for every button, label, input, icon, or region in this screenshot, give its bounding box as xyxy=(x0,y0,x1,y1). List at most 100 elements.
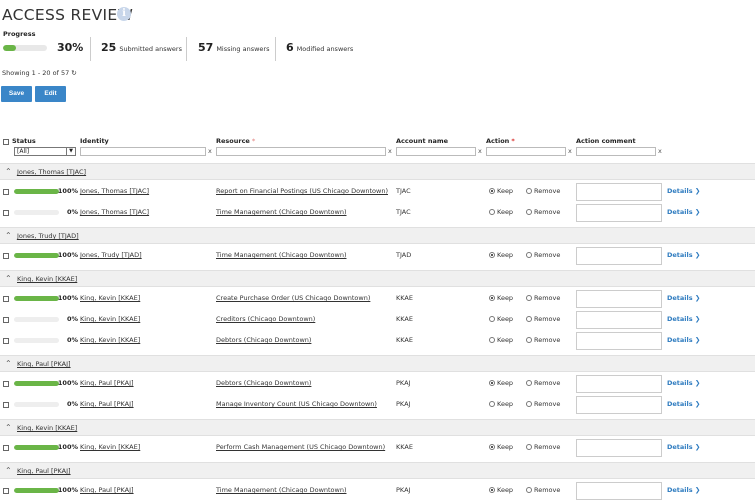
keep-radio[interactable] xyxy=(489,209,495,215)
keep-radio[interactable] xyxy=(489,337,495,343)
resource-link[interactable]: Debtors (Chicago Downtown) xyxy=(216,379,311,387)
keep-label[interactable]: Keep xyxy=(497,443,513,451)
details-link[interactable]: Details ❯ xyxy=(667,251,700,259)
action-comment-input[interactable] xyxy=(576,311,662,329)
identity-link[interactable]: Jones, Thomas [TJAC] xyxy=(80,187,149,195)
column-header-comment[interactable]: Action comment xyxy=(576,137,636,145)
resource-link[interactable]: Debtors (Chicago Downtown) xyxy=(216,336,311,344)
resource-link[interactable]: Time Management (Chicago Downtown) xyxy=(216,486,347,494)
group-header[interactable]: ⌃ King, Paul [PKAJ] xyxy=(0,462,755,479)
resource-link[interactable]: Report on Financial Postings (US Chicago… xyxy=(216,187,388,195)
remove-radio[interactable] xyxy=(526,337,532,343)
keep-radio[interactable] xyxy=(489,401,495,407)
account-filter-input[interactable] xyxy=(396,147,476,156)
keep-radio[interactable] xyxy=(489,380,495,386)
action-comment-input[interactable] xyxy=(576,396,662,414)
row-checkbox[interactable] xyxy=(3,253,9,259)
remove-label[interactable]: Remove xyxy=(534,315,560,323)
identity-link[interactable]: Jones, Trudy [TJAD] xyxy=(80,251,142,259)
remove-radio[interactable] xyxy=(526,401,532,407)
identity-link[interactable]: King, Kevin [KKAE] xyxy=(80,443,140,451)
resource-link[interactable]: Manage Inventory Count (US Chicago Downt… xyxy=(216,400,377,408)
action-comment-input[interactable] xyxy=(576,290,662,308)
row-checkbox[interactable] xyxy=(3,210,9,216)
action-comment-input[interactable] xyxy=(576,439,662,457)
info-icon[interactable]: i xyxy=(117,7,131,21)
chevron-up-icon[interactable]: ⌃ xyxy=(5,167,12,176)
remove-radio[interactable] xyxy=(526,380,532,386)
group-header[interactable]: ⌃ King, Kevin [KKAE] xyxy=(0,419,755,436)
keep-label[interactable]: Keep xyxy=(497,251,513,259)
row-checkbox[interactable] xyxy=(3,488,9,494)
keep-radio[interactable] xyxy=(489,188,495,194)
remove-radio[interactable] xyxy=(526,252,532,258)
row-checkbox[interactable] xyxy=(3,317,9,323)
group-header[interactable]: ⌃ King, Kevin [KKAE] xyxy=(0,270,755,287)
keep-radio[interactable] xyxy=(489,252,495,258)
edit-button[interactable]: Edit xyxy=(35,86,66,102)
chevron-up-icon[interactable]: ⌃ xyxy=(5,466,12,475)
group-header[interactable]: ⌃ Jones, Thomas [TJAC] xyxy=(0,163,755,180)
chevron-up-icon[interactable]: ⌃ xyxy=(5,274,12,283)
keep-label[interactable]: Keep xyxy=(497,486,513,494)
remove-radio[interactable] xyxy=(526,295,532,301)
refresh-icon[interactable]: ↻ xyxy=(71,69,76,77)
action-comment-input[interactable] xyxy=(576,482,662,500)
select-all-checkbox[interactable] xyxy=(3,139,9,145)
column-header-action[interactable]: Action * xyxy=(486,137,515,145)
identity-link[interactable]: King, Paul [PKAJ] xyxy=(80,400,134,408)
keep-label[interactable]: Keep xyxy=(497,208,513,216)
remove-radio[interactable] xyxy=(526,487,532,493)
chevron-up-icon[interactable]: ⌃ xyxy=(5,231,12,240)
row-checkbox[interactable] xyxy=(3,402,9,408)
resource-link[interactable]: Time Management (Chicago Downtown) xyxy=(216,251,347,259)
resource-filter-input[interactable] xyxy=(216,147,386,156)
remove-label[interactable]: Remove xyxy=(534,208,560,216)
group-label[interactable]: Jones, Trudy [TJAD] xyxy=(17,232,79,240)
group-label[interactable]: King, Paul [PKAJ] xyxy=(17,360,71,368)
identity-link[interactable]: King, Kevin [KKAE] xyxy=(80,336,140,344)
identity-link[interactable]: King, Paul [PKAJ] xyxy=(80,379,134,387)
remove-label[interactable]: Remove xyxy=(534,294,560,302)
column-header-status[interactable]: Status xyxy=(12,137,36,145)
group-label[interactable]: King, Kevin [KKAE] xyxy=(17,275,77,283)
remove-label[interactable]: Remove xyxy=(534,379,560,387)
action-comment-input[interactable] xyxy=(576,375,662,393)
action-filter-input[interactable] xyxy=(486,147,566,156)
identity-filter-input[interactable] xyxy=(80,147,206,156)
column-header-identity[interactable]: Identity xyxy=(80,137,109,145)
details-link[interactable]: Details ❯ xyxy=(667,187,700,195)
identity-link[interactable]: King, Kevin [KKAE] xyxy=(80,315,140,323)
remove-label[interactable]: Remove xyxy=(534,187,560,195)
row-checkbox[interactable] xyxy=(3,381,9,387)
details-link[interactable]: Details ❯ xyxy=(667,486,700,494)
identity-filter-clear[interactable]: x xyxy=(208,147,212,155)
details-link[interactable]: Details ❯ xyxy=(667,336,700,344)
group-header[interactable]: ⌃ Jones, Trudy [TJAD] xyxy=(0,227,755,244)
details-link[interactable]: Details ❯ xyxy=(667,400,700,408)
resource-link[interactable]: Creditors (Chicago Downtown) xyxy=(216,315,315,323)
chevron-up-icon[interactable]: ⌃ xyxy=(5,359,12,368)
action-comment-input[interactable] xyxy=(576,247,662,265)
column-header-resource[interactable]: Resource * xyxy=(216,137,255,145)
remove-radio[interactable] xyxy=(526,209,532,215)
group-label[interactable]: Jones, Thomas [TJAC] xyxy=(17,168,86,176)
group-label[interactable]: King, Kevin [KKAE] xyxy=(17,424,77,432)
keep-label[interactable]: Keep xyxy=(497,336,513,344)
resource-link[interactable]: Time Management (Chicago Downtown) xyxy=(216,208,347,216)
resource-link[interactable]: Perform Cash Management (US Chicago Down… xyxy=(216,443,385,451)
remove-radio[interactable] xyxy=(526,444,532,450)
details-link[interactable]: Details ❯ xyxy=(667,315,700,323)
row-checkbox[interactable] xyxy=(3,445,9,451)
keep-label[interactable]: Keep xyxy=(497,400,513,408)
comment-filter-clear[interactable]: x xyxy=(658,147,662,155)
status-filter-select[interactable]: [All] ▼ xyxy=(14,147,76,156)
resource-filter-clear[interactable]: x xyxy=(388,147,392,155)
chevron-up-icon[interactable]: ⌃ xyxy=(5,423,12,432)
row-checkbox[interactable] xyxy=(3,338,9,344)
remove-label[interactable]: Remove xyxy=(534,336,560,344)
identity-link[interactable]: King, Paul [PKAJ] xyxy=(80,486,134,494)
remove-radio[interactable] xyxy=(526,316,532,322)
remove-label[interactable]: Remove xyxy=(534,486,560,494)
keep-label[interactable]: Keep xyxy=(497,315,513,323)
